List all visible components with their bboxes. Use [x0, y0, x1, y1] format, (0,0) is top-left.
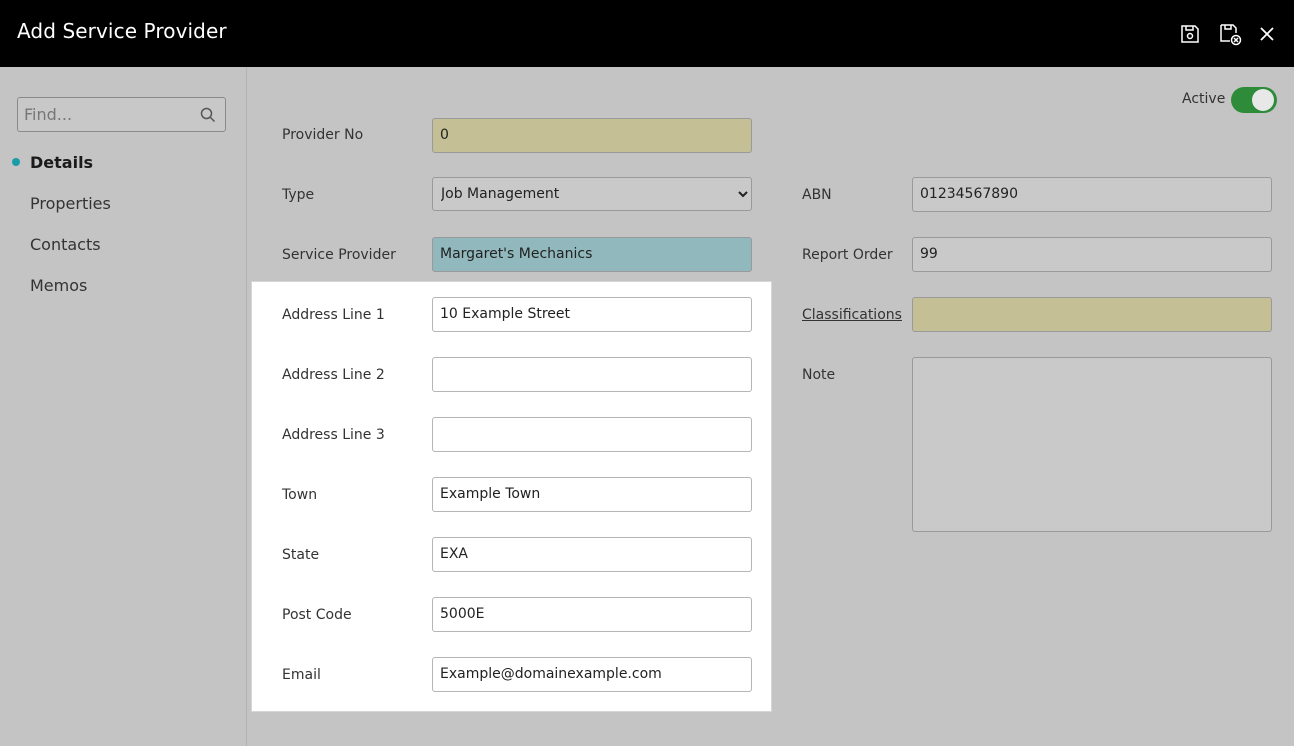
service-provider-label: Service Provider: [282, 247, 396, 263]
address-line-1-label: Address Line 1: [282, 307, 385, 323]
active-indicator-dot: [12, 158, 20, 166]
report-order-field[interactable]: 99: [912, 237, 1272, 272]
window-title: Add Service Provider: [17, 19, 227, 43]
town-label: Town: [282, 487, 318, 503]
abn-field[interactable]: 01234567890: [912, 177, 1272, 212]
town-field[interactable]: Example Town: [432, 477, 752, 512]
email-label: Email: [282, 667, 321, 683]
find-box[interactable]: [17, 97, 226, 132]
details-form: Active Provider No 0 Type Job Management…: [248, 67, 1294, 746]
toggle-knob: [1252, 89, 1274, 111]
note-textarea[interactable]: [912, 357, 1272, 532]
state-label: State: [282, 547, 320, 563]
sidebar-item-contacts[interactable]: Contacts: [30, 235, 101, 254]
title-bar: Add Service Provider: [0, 0, 1294, 67]
sidebar-item-memos[interactable]: Memos: [30, 276, 87, 295]
state-field[interactable]: EXA: [432, 537, 752, 572]
type-select[interactable]: Job Management: [432, 177, 752, 211]
save-and-close-icon[interactable]: [1218, 22, 1242, 46]
classifications-link[interactable]: Classifications: [802, 307, 902, 323]
note-label: Note: [802, 367, 836, 383]
post-code-field[interactable]: 5000E: [432, 597, 752, 632]
classifications-field[interactable]: [912, 297, 1272, 332]
report-order-label: Report Order: [802, 247, 893, 263]
service-provider-field[interactable]: Margaret's Mechanics: [432, 237, 752, 272]
address-line-2-label: Address Line 2: [282, 367, 385, 383]
sidebar-item-details[interactable]: Details: [30, 153, 93, 172]
provider-no-field[interactable]: 0: [432, 118, 752, 153]
address-line-1-field[interactable]: 10 Example Street: [432, 297, 752, 332]
type-label: Type: [282, 187, 315, 203]
find-input[interactable]: [18, 98, 198, 131]
search-icon[interactable]: [200, 107, 216, 123]
post-code-label: Post Code: [282, 607, 352, 623]
active-label: Active: [1182, 91, 1226, 107]
address-line-3-label: Address Line 3: [282, 427, 385, 443]
sidebar-item-properties[interactable]: Properties: [30, 194, 111, 213]
email-field[interactable]: Example@domainexample.com: [432, 657, 752, 692]
close-icon[interactable]: [1255, 22, 1279, 46]
abn-label: ABN: [802, 187, 832, 203]
active-toggle[interactable]: [1231, 87, 1277, 113]
provider-no-label: Provider No: [282, 127, 364, 143]
address-line-3-field[interactable]: [432, 417, 752, 452]
address-line-2-field[interactable]: [432, 357, 752, 392]
save-icon[interactable]: [1178, 22, 1202, 46]
